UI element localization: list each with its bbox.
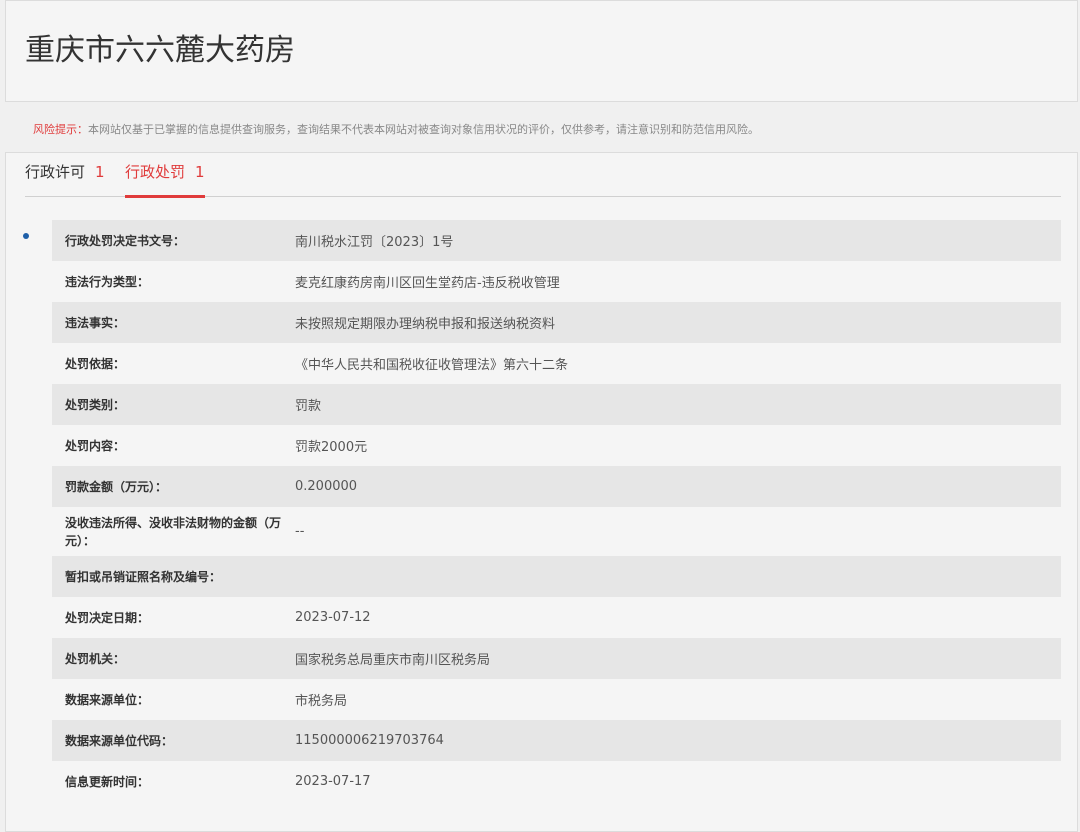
detail-row-penalty-category: 处罚类别： 罚款 xyxy=(52,384,1061,425)
detail-value: 未按照规定期限办理纳税申报和报送纳税资料 xyxy=(295,317,556,332)
penalty-detail-table: 行政处罚决定书文号： 南川税水江罚〔2023〕1号 违法行为类型： 麦克红康药房… xyxy=(52,220,1061,802)
detail-value: 罚款2000元 xyxy=(295,440,368,455)
detail-value: 国家税务总局重庆市南川区税务局 xyxy=(295,653,491,668)
risk-notice-label: 风险提示： xyxy=(33,123,88,136)
detail-label: 信息更新时间： xyxy=(65,774,150,789)
detail-label: 处罚内容： xyxy=(65,438,126,453)
detail-value: 115000006219703764 xyxy=(295,733,444,748)
company-title: 重庆市六六麓大药房 xyxy=(25,33,295,68)
tab-bar: 行政许可 1 行政处罚 1 xyxy=(25,153,1061,198)
detail-value: 2023-07-12 xyxy=(295,610,371,625)
detail-row-confiscation-amount: 没收违法所得、没收非法财物的金额（万元）： -- xyxy=(52,507,1061,556)
detail-value: 罚款 xyxy=(295,399,322,414)
detail-label: 行政处罚决定书文号： xyxy=(65,233,186,248)
detail-label: 暂扣或吊销证照名称及编号： xyxy=(65,569,222,584)
tab-label: 行政处罚 xyxy=(125,163,186,181)
detail-row-license-revoked: 暂扣或吊销证照名称及编号： xyxy=(52,556,1061,597)
detail-label: 违法行为类型： xyxy=(65,274,150,289)
detail-row-penalty-basis: 处罚依据： 《中华人民共和国税收征收管理法》第六十二条 xyxy=(52,343,1061,384)
tab-admin-penalty[interactable]: 行政处罚 1 xyxy=(125,153,205,198)
detail-row-penalty-content: 处罚内容： 罚款2000元 xyxy=(52,425,1061,466)
detail-row-violation-facts: 违法事实： 未按照规定期限办理纳税申报和报送纳税资料 xyxy=(52,302,1061,343)
detail-label: 数据来源单位： xyxy=(65,692,150,707)
tab-admin-license[interactable]: 行政许可 1 xyxy=(25,153,105,196)
detail-row-data-source-code: 数据来源单位代码： 115000006219703764 xyxy=(52,720,1061,761)
detail-row-decision-date: 处罚决定日期： 2023-07-12 xyxy=(52,597,1061,638)
detail-row-violation-type: 违法行为类型： 麦克红康药房南川区回生堂药店-违反税收管理 xyxy=(52,261,1061,302)
risk-notice-text: 本网站仅基于已掌握的信息提供查询服务，查询结果不代表本网站对被查询对象信用状况的… xyxy=(88,123,759,136)
detail-row-penalty-authority: 处罚机关： 国家税务总局重庆市南川区税务局 xyxy=(52,638,1061,679)
detail-row-data-source: 数据来源单位： 市税务局 xyxy=(52,679,1061,720)
detail-value: 0.200000 xyxy=(295,479,358,494)
detail-value: 《中华人民共和国税收征收管理法》第六十二条 xyxy=(295,358,569,373)
detail-label: 数据来源单位代码： xyxy=(65,733,174,748)
detail-value: -- xyxy=(295,524,305,539)
detail-value: 市税务局 xyxy=(295,694,348,709)
detail-label: 罚款金额（万元）： xyxy=(65,479,168,494)
detail-row-update-time: 信息更新时间： 2023-07-17 xyxy=(52,761,1061,802)
detail-label: 处罚依据： xyxy=(65,356,126,371)
detail-label: 处罚机关： xyxy=(65,651,126,666)
detail-value: 2023-07-17 xyxy=(295,774,371,789)
detail-label: 没收违法所得、没收非法财物的金额（万元）： xyxy=(65,515,282,548)
record-panel: 行政许可 1 行政处罚 1 行政处罚决定书文号： 南川税水江罚〔2023〕1号 违法… xyxy=(5,152,1078,832)
detail-value: 南川税水江罚〔2023〕1号 xyxy=(295,235,454,250)
risk-notice: 风险提示：本网站仅基于已掌握的信息提供查询服务，查询结果不代表本网站对被查询对象… xyxy=(33,121,759,137)
record-bullet-icon xyxy=(23,233,29,239)
detail-value: 麦克红康药房南川区回生堂药店-违反税收管理 xyxy=(295,276,560,291)
detail-label: 处罚类别： xyxy=(65,397,126,412)
detail-row-fine-amount: 罚款金额（万元）： 0.200000 xyxy=(52,466,1061,507)
company-header: 重庆市六六麓大药房 xyxy=(5,0,1078,102)
tab-label: 行政许可 xyxy=(25,163,86,181)
tab-count: 1 xyxy=(95,163,105,181)
detail-label: 违法事实： xyxy=(65,315,126,330)
tab-count: 1 xyxy=(195,163,205,181)
detail-label: 处罚决定日期： xyxy=(65,610,150,625)
detail-row-decision-number: 行政处罚决定书文号： 南川税水江罚〔2023〕1号 xyxy=(52,220,1061,261)
